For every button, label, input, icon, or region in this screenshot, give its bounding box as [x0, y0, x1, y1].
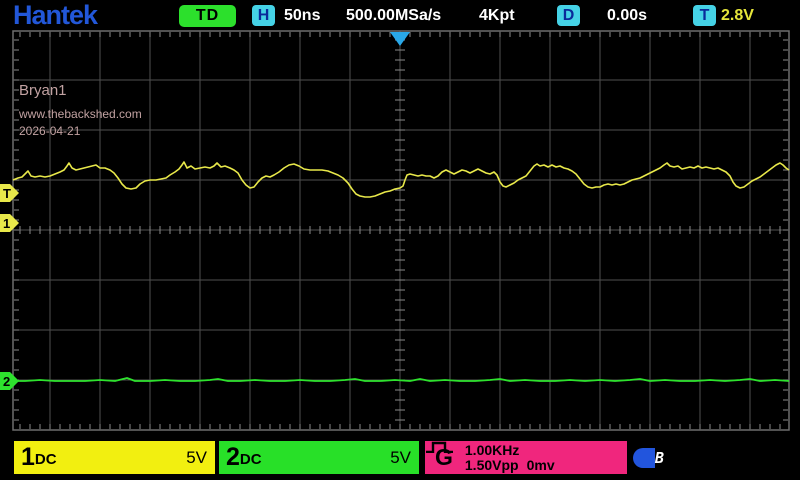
overlay-username: Bryan1 — [19, 82, 67, 99]
trigger-level-value: 2.8V — [721, 7, 754, 24]
generator-status-box: G 1.00KHz 1.50Vpp 0mv — [425, 441, 627, 474]
overlay-website: www.thebackshed.com — [19, 107, 142, 121]
graticule-svg: T 1 2 — [0, 30, 790, 431]
record-length-value: 4Kpt — [479, 7, 515, 24]
hantek-logo: Hantek — [13, 0, 98, 30]
oscilloscope-screen: Hantek TD H 50ns 500.00MSa/s 4Kpt D 0.00… — [0, 0, 800, 480]
overlay-date: 2026-04-21 — [19, 124, 81, 138]
svg-text:1: 1 — [3, 216, 10, 231]
timebase-value: 50ns — [284, 7, 321, 24]
ch1-coupling: DC — [34, 451, 57, 468]
svg-text:T: T — [3, 186, 11, 201]
channel2-status-box: 2 DC 5V — [219, 441, 419, 474]
ch2-number: 2 — [226, 443, 240, 471]
delay-icon: D — [557, 5, 580, 26]
generator-label: G — [435, 444, 453, 470]
svg-text:2: 2 — [3, 374, 10, 389]
trigger-status-badge: TD — [179, 5, 236, 27]
ch1-number: 1 — [21, 443, 35, 471]
ch2-zero-marker: 2 — [0, 372, 19, 390]
grid-layer — [12, 30, 790, 431]
trigger-icon: T — [693, 5, 716, 26]
generator-amplitude: 1.50Vpp — [464, 456, 519, 473]
ch1-scale: 5V — [186, 447, 207, 467]
trigger-level-marker: T — [0, 184, 19, 202]
usb-disk-icon: B — [633, 447, 671, 469]
ch1-trace — [12, 161, 790, 198]
channel1-status-box: 1 DC 5V — [14, 441, 215, 474]
horizontal-icon: H — [252, 5, 275, 26]
sample-rate-value: 500.00MSa/s — [346, 7, 442, 24]
ch2-coupling: DC — [239, 451, 262, 468]
generator-frequency: 1.00KHz — [464, 441, 520, 458]
horizontal-offset-value: 0.00s — [607, 7, 648, 24]
ch1-zero-marker: 1 — [0, 214, 19, 232]
ch2-trace — [13, 377, 790, 382]
ch2-scale: 5V — [390, 447, 411, 467]
trigger-position-marker-icon — [390, 32, 410, 46]
usb-disk-letter: B — [655, 448, 665, 468]
generator-offset: 0mv — [526, 456, 555, 473]
